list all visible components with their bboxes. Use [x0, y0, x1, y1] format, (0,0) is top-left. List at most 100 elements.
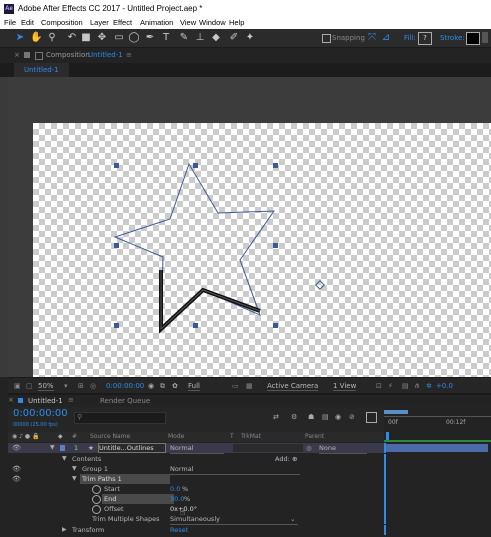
eraser-tool-icon[interactable]: ◆: [210, 32, 222, 44]
timeline-current-time[interactable]: 0:00:00:00: [13, 408, 68, 419]
menu-edit[interactable]: Edit: [21, 18, 34, 27]
comp-mini-flowchart-icon[interactable]: ⇄: [273, 413, 279, 421]
menu-view[interactable]: View: [180, 18, 196, 27]
grid-options-icon[interactable]: ⊞: [78, 382, 84, 390]
view-layout-dropdown[interactable]: 1 View: [333, 382, 357, 391]
flowchart-icon[interactable]: ⋔: [414, 382, 420, 390]
pen-tool-icon[interactable]: ✒: [144, 32, 156, 44]
group-label[interactable]: Group 1: [82, 464, 108, 474]
timeline-toggle-icon[interactable]: ▤: [402, 382, 409, 390]
visibility-eye-icon[interactable]: 👁: [12, 443, 21, 453]
type-tool-icon[interactable]: T: [160, 32, 172, 44]
layer-search-input[interactable]: ⚲: [74, 412, 166, 424]
roto-brush-tool-icon[interactable]: ✐: [228, 32, 240, 44]
layer-duration-track[interactable]: [384, 443, 491, 453]
camera-tool-icon[interactable]: ■: [80, 32, 92, 44]
exposure-reset-icon[interactable]: ✲: [426, 382, 432, 390]
menu-help[interactable]: Help: [229, 18, 244, 27]
visibility-eye-icon[interactable]: 👁: [12, 474, 21, 484]
fast-previews-icon[interactable]: ⚡: [388, 382, 393, 390]
visibility-eye-icon[interactable]: 👁: [12, 464, 21, 474]
rectangle-tool-icon[interactable]: ▭: [113, 32, 125, 44]
graph-editor-icon[interactable]: ⊘: [349, 413, 355, 421]
layer-expand-icon[interactable]: ▼: [50, 443, 55, 453]
snapshot-icon[interactable]: ◉: [148, 382, 154, 390]
panel-menu-icon[interactable]: ≡: [126, 51, 132, 59]
region-of-interest-icon[interactable]: ▭: [232, 382, 239, 390]
ellipse-tool-icon[interactable]: ◯: [128, 32, 140, 44]
end-value[interactable]: 30.0: [170, 494, 184, 504]
close-panel-icon[interactable]: ×: [8, 396, 14, 404]
start-value[interactable]: 0.0: [170, 484, 180, 494]
hand-tool-icon[interactable]: ✋: [30, 32, 42, 44]
transform-row[interactable]: ▶ Transform Reset: [8, 525, 384, 535]
motion-blur-icon[interactable]: ◉: [335, 413, 341, 421]
exposure-value[interactable]: +0.0: [436, 382, 453, 390]
lock-panel-icon[interactable]: [24, 52, 30, 58]
work-area-bar[interactable]: [384, 410, 408, 414]
start-property-row[interactable]: Start 0.0 %: [8, 484, 384, 494]
current-time-display[interactable]: 0:00:00:00: [106, 382, 144, 390]
pixel-aspect-icon[interactable]: ⊡: [376, 382, 382, 390]
color-channel-icon[interactable]: ✿: [172, 382, 178, 390]
tab-untitled-1[interactable]: Untitled-1: [14, 63, 69, 78]
safe-margin-icon[interactable]: ▢: [26, 382, 33, 390]
group-row[interactable]: 👁 ▼ Group 1 Normal: [8, 464, 384, 475]
panel-menu-icon[interactable]: ≡: [68, 396, 74, 404]
offset-property-row[interactable]: Offset 0x+0.0° ☝: [8, 504, 384, 518]
brush-tool-icon[interactable]: ✎: [178, 32, 190, 44]
frame-blending-icon[interactable]: ▤: [322, 413, 329, 421]
contents-expand-icon[interactable]: ▼: [62, 454, 67, 464]
trim-multiple-dropdown[interactable]: Simultaneously: [170, 514, 298, 525]
resolution-dropdown[interactable]: Full: [188, 382, 200, 391]
snapping-checkbox[interactable]: [322, 34, 331, 43]
rotate-tool-icon[interactable]: ↶: [66, 32, 78, 44]
column-source-name[interactable]: Source Name: [90, 433, 130, 440]
composition-viewer[interactable]: [8, 77, 491, 377]
stroke-width-field[interactable]: [482, 32, 488, 43]
layer-label-color[interactable]: [60, 445, 65, 451]
magnification-dropdown[interactable]: 50%: [38, 382, 54, 391]
stroke-swatch[interactable]: [466, 32, 480, 45]
composition-header-name[interactable]: Untitled-1: [88, 51, 123, 59]
trim-paths-label[interactable]: Trim Paths 1: [80, 474, 170, 484]
transform-reset-link[interactable]: Reset: [170, 525, 188, 535]
timeline-tab-untitled-1[interactable]: Untitled-1: [28, 397, 63, 405]
add-icon[interactable]: ⊕: [292, 454, 297, 464]
snap-options-icon[interactable]: ⤧: [366, 32, 378, 44]
snap-feather-icon[interactable]: ⊿: [380, 32, 392, 44]
stopwatch-icon[interactable]: [92, 485, 101, 494]
trim-multiple-row[interactable]: Trim Multiple Shapes Simultaneously ⌄: [8, 514, 384, 525]
puppet-pin-tool-icon[interactable]: ✦: [244, 32, 256, 44]
zoom-tool-icon[interactable]: ⚲: [46, 32, 58, 44]
layer-row[interactable]: 👁 ▼ 1 ★ Untitle...Outlines Normal ◎ None: [8, 443, 384, 454]
draft-3d-icon[interactable]: ⚙: [291, 413, 297, 421]
menu-file[interactable]: File: [4, 18, 16, 27]
show-snapshot-icon[interactable]: ⧉: [160, 382, 165, 391]
stopwatch-icon[interactable]: [92, 495, 101, 504]
selection-tool-icon[interactable]: ➤: [14, 32, 26, 44]
menu-composition[interactable]: Composition: [41, 18, 83, 27]
clone-stamp-tool-icon[interactable]: ⊥: [194, 32, 206, 44]
transparency-grid-icon[interactable]: ▦: [246, 382, 253, 390]
layer-mode-dropdown[interactable]: Normal: [170, 443, 224, 454]
contents-row[interactable]: ▼ Contents Add: ⊕: [8, 454, 384, 464]
stopwatch-icon[interactable]: [92, 505, 101, 514]
layer-duration-bar[interactable]: [386, 444, 488, 452]
fill-swatch[interactable]: ?: [418, 32, 432, 45]
render-queue-tab[interactable]: Render Queue: [100, 397, 150, 405]
close-panel-icon[interactable]: ×: [14, 51, 20, 59]
transform-expand-icon[interactable]: ▶: [62, 525, 67, 535]
trim-expand-icon[interactable]: ▼: [72, 474, 77, 484]
trim-paths-row[interactable]: 👁 ▼ Trim Paths 1: [8, 474, 384, 484]
graph-editor-toggle-icon[interactable]: [366, 412, 377, 423]
menu-animation[interactable]: Animation: [140, 18, 173, 27]
trkmat-dropdown[interactable]: [233, 444, 303, 452]
group-expand-icon[interactable]: ▼: [72, 464, 77, 474]
always-preview-icon[interactable]: ▣: [14, 382, 21, 390]
camera-view-dropdown[interactable]: Active Camera: [267, 382, 319, 391]
end-property-row[interactable]: End 30.0 %: [8, 494, 384, 504]
shape-layer-overlay[interactable]: [8, 77, 491, 377]
menu-effect[interactable]: Effect: [113, 18, 132, 27]
time-ruler[interactable]: 00f 00:12f: [384, 408, 491, 432]
